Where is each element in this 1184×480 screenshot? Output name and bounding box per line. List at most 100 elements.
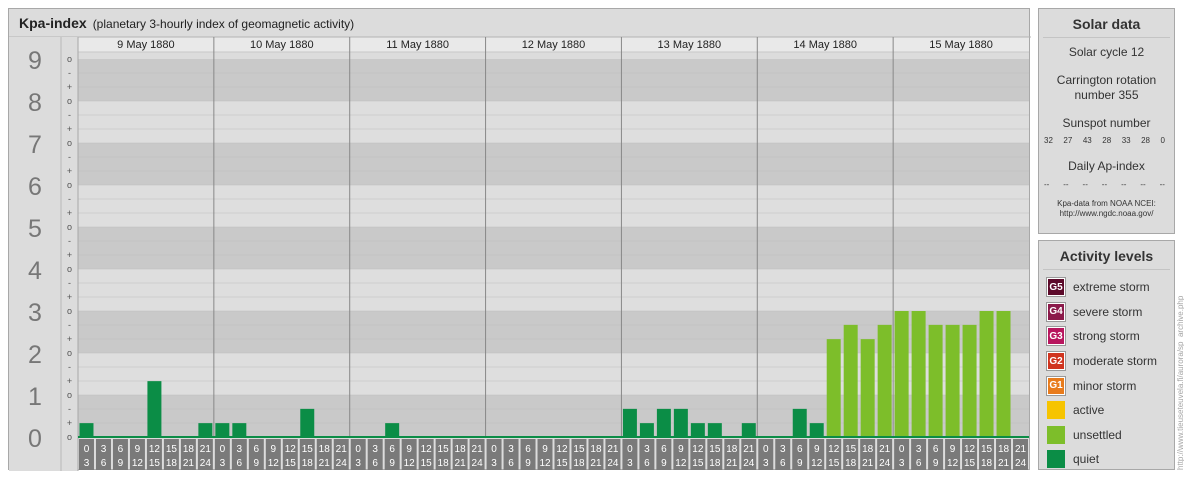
kp-bar [215, 423, 230, 437]
carrington-line2: number 355 [1074, 88, 1139, 102]
y-minor-tick: + [67, 292, 72, 302]
interval-end-label: 3 [763, 458, 769, 469]
interval-end-label: 24 [743, 458, 755, 469]
day-label: 11 May 1880 [386, 39, 449, 51]
kp-bar [979, 311, 994, 437]
interval-end-label: 21 [183, 458, 195, 469]
source-line2: http://www.ngdc.noaa.gov/ [1059, 209, 1154, 218]
interval-start-label: 6 [797, 444, 803, 455]
y-minor-tick: o [67, 390, 72, 400]
kp-bar [656, 408, 671, 437]
level-label: quiet [1073, 452, 1100, 467]
interval-end-label: 9 [389, 458, 395, 469]
ap-value: -- [1159, 180, 1165, 189]
y-minor-tick: - [68, 68, 71, 78]
interval-end-label: 12 [404, 458, 416, 469]
interval-start-label: 15 [166, 444, 178, 455]
y-tick-label: 1 [28, 383, 42, 411]
kp-bar [385, 423, 400, 437]
interval-end-label: 3 [84, 458, 90, 469]
data-source: Kpa-data from NOAA NCEI: http://www.ngdc… [1039, 199, 1174, 219]
sunspot-value: 0 [1160, 136, 1165, 145]
sunspot-label: Sunspot number [1062, 116, 1151, 130]
y-minor-tick: + [67, 334, 72, 344]
interval-start-label: 9 [678, 444, 684, 455]
kp-bar [147, 381, 162, 437]
interval-start-label: 21 [607, 444, 619, 455]
level-label: minor storm [1073, 378, 1137, 393]
interval-end-label: 3 [355, 458, 361, 469]
ap-values: -- -- -- -- -- -- -- [1039, 180, 1174, 189]
interval-start-label: 15 [302, 444, 314, 455]
y-minor-tick: o [67, 54, 72, 64]
interval-start-label: 0 [355, 444, 361, 455]
interval-end-label: 3 [627, 458, 633, 469]
interval-start-label: 6 [525, 444, 531, 455]
interval-start-label: 21 [336, 444, 348, 455]
interval-end-label: 18 [981, 458, 993, 469]
interval-end-label: 15 [964, 458, 976, 469]
y-minor-tick: - [68, 110, 71, 120]
level-swatch [1047, 450, 1065, 469]
y-tick-label: 7 [28, 131, 42, 159]
kp-bar [300, 408, 315, 437]
day-label: 12 May 1880 [522, 39, 586, 51]
interval-start-label: 12 [556, 444, 568, 455]
interval-end-label: 18 [573, 458, 585, 469]
kp-bar [198, 423, 213, 437]
interval-end-label: 18 [166, 458, 178, 469]
activity-level-list: G5 extreme storm G4 severe storm G3 strong st… [1039, 270, 1174, 472]
y-band [78, 269, 1029, 311]
ap-value: -- [1082, 180, 1088, 189]
interval-start-label: 3 [237, 444, 243, 455]
interval-end-label: 3 [899, 458, 905, 469]
interval-end-label: 24 [336, 458, 348, 469]
kp-bar [673, 408, 688, 437]
y-tick-label: 8 [28, 89, 42, 117]
interval-start-label: 15 [438, 444, 450, 455]
interval-end-label: 12 [675, 458, 687, 469]
y-minor-tick: + [67, 208, 72, 218]
interval-start-label: 0 [220, 444, 226, 455]
ap-value: -- [1101, 180, 1108, 189]
y-band [78, 227, 1029, 269]
y-minor-tick: o [67, 432, 72, 442]
sunspot-value: 43 [1082, 136, 1092, 145]
interval-start-label: 12 [692, 444, 704, 455]
y-tick-label: 4 [28, 257, 42, 285]
interval-end-label: 18 [302, 458, 314, 469]
interval-end-label: 21 [590, 458, 602, 469]
interval-start-label: 12 [285, 444, 297, 455]
y-minor-tick: - [68, 152, 71, 162]
interval-end-label: 6 [508, 458, 514, 469]
activity-level-row: active [1039, 398, 1174, 423]
sunspot-value: 33 [1121, 136, 1131, 145]
interval-end-label: 6 [237, 458, 243, 469]
kp-bar [809, 423, 824, 437]
sunspot-value: 27 [1063, 136, 1073, 145]
y-minor-tick: - [68, 362, 71, 372]
interval-start-label: 6 [389, 444, 395, 455]
kp-bar [877, 324, 892, 437]
kp-bar [690, 423, 705, 437]
level-badge: G5 [1047, 278, 1065, 297]
day-label: 13 May 1880 [658, 39, 722, 51]
interval-start-label: 3 [101, 444, 107, 455]
level-swatch [1047, 425, 1065, 444]
y-tick-label: 2 [28, 341, 42, 369]
interval-end-label: 9 [525, 458, 531, 469]
interval-end-label: 12 [811, 458, 823, 469]
sunspot-value: 28 [1141, 136, 1151, 145]
interval-end-label: 12 [132, 458, 144, 469]
level-label: moderate storm [1073, 354, 1158, 369]
kp-bar [996, 311, 1011, 437]
interval-start-label: 15 [981, 444, 993, 455]
interval-end-label: 6 [916, 458, 922, 469]
kp-bar [79, 423, 94, 437]
kp-bar [843, 324, 858, 437]
interval-start-label: 15 [845, 444, 857, 455]
ap-value: -- [1063, 180, 1069, 189]
y-tick-label: 3 [28, 299, 42, 327]
interval-start-label: 3 [372, 444, 378, 455]
interval-start-label: 3 [780, 444, 786, 455]
